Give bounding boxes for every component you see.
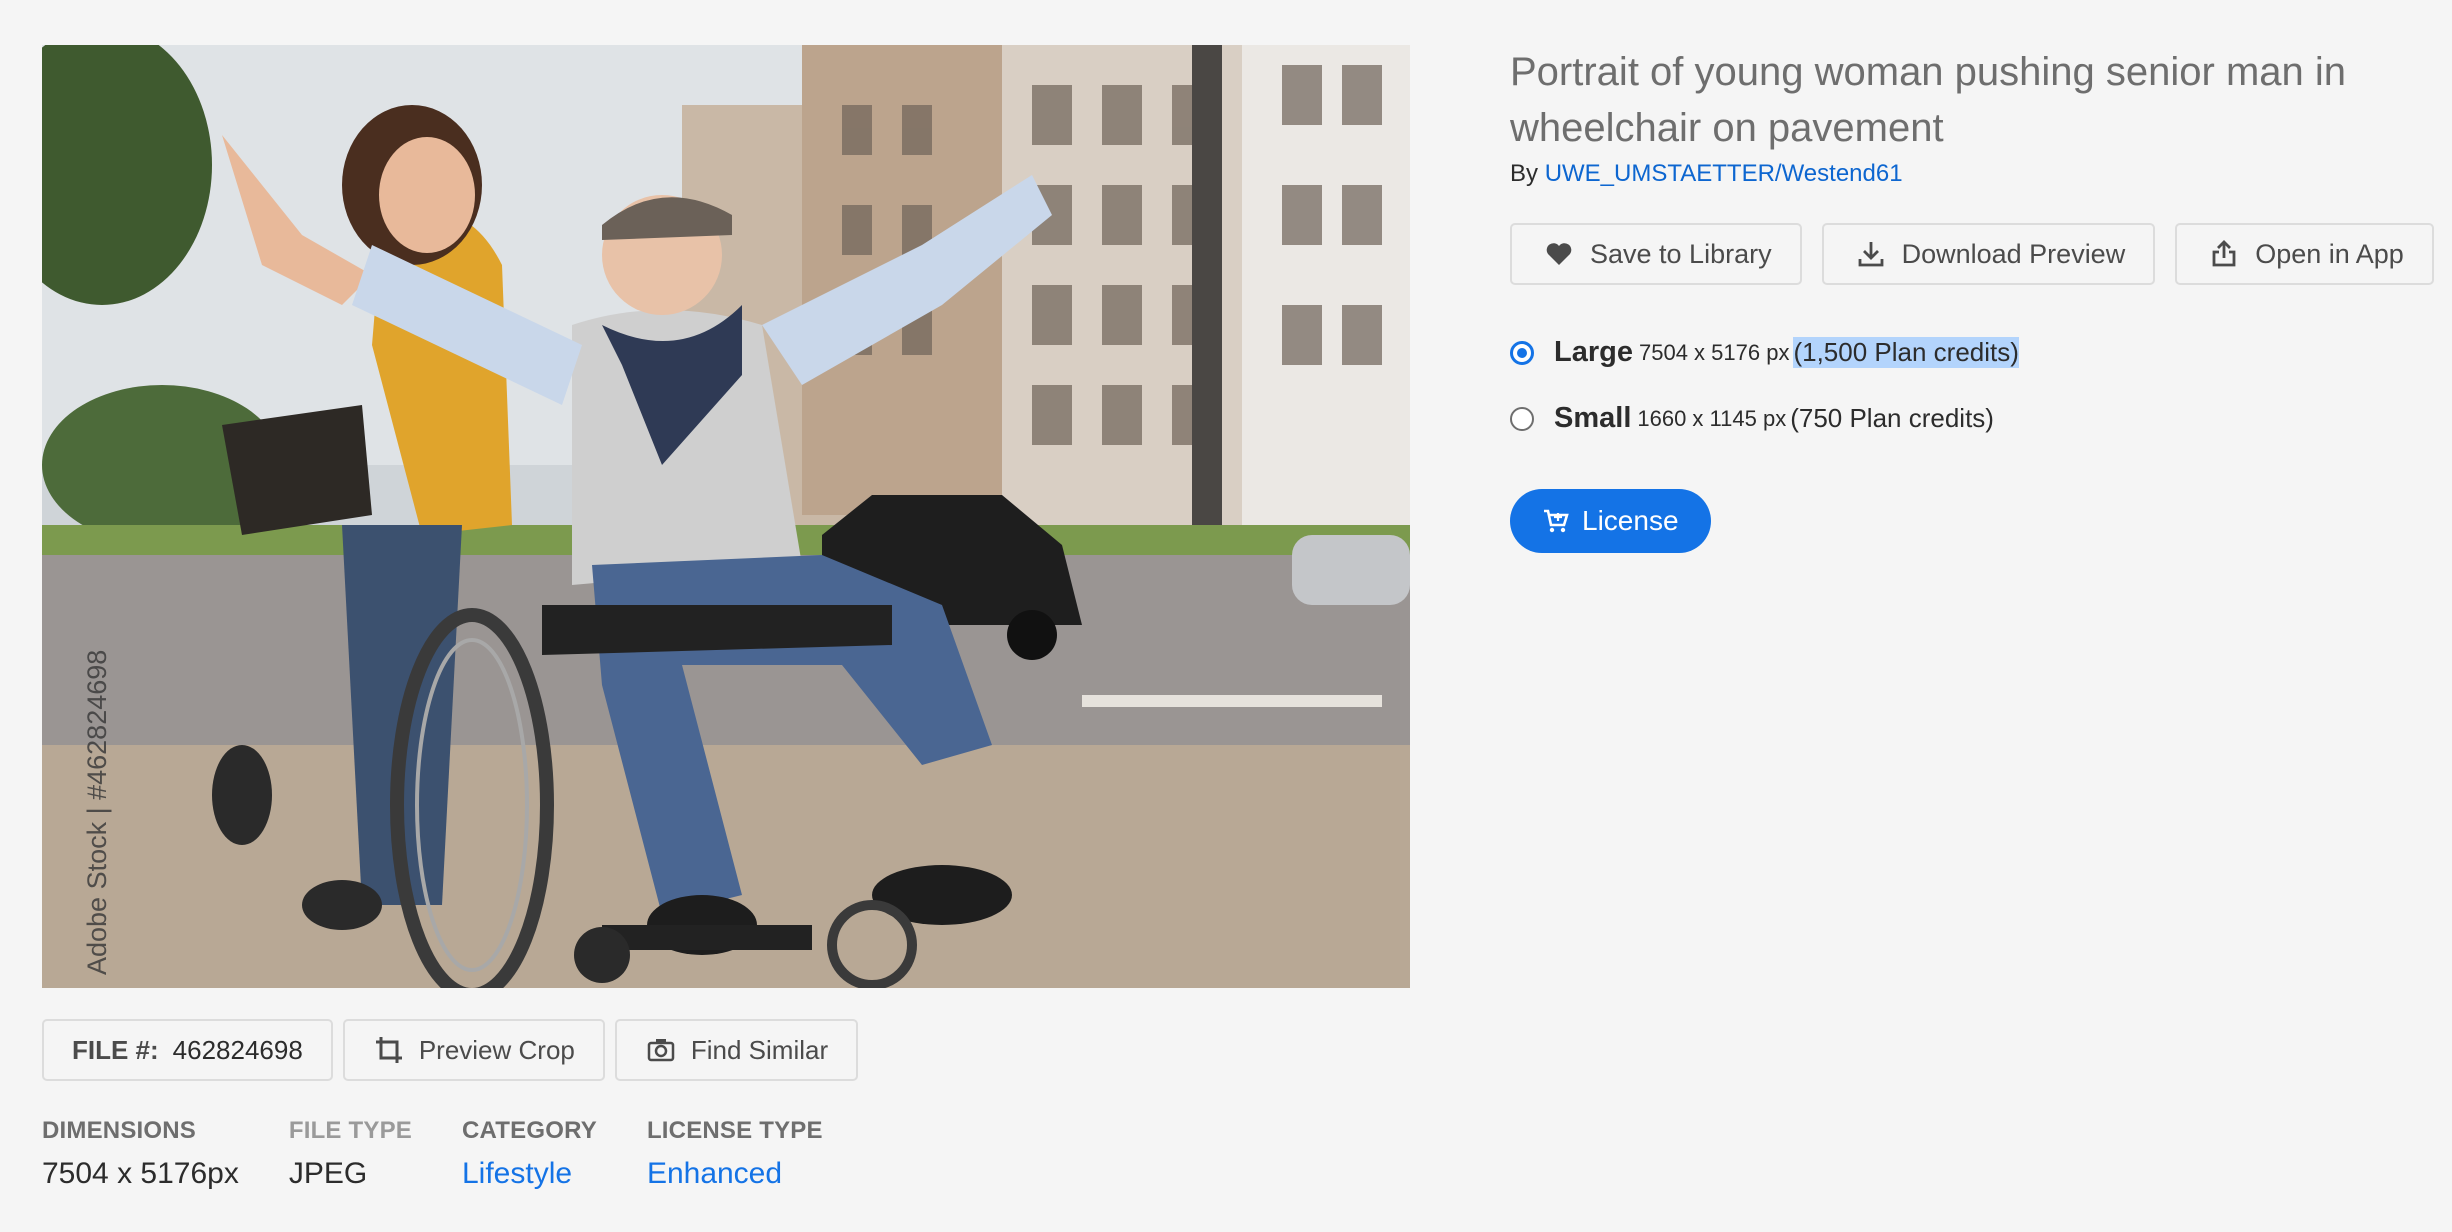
open-in-app-label: Open in App <box>2255 238 2404 269</box>
meta-category-link[interactable]: Lifestyle <box>462 1157 597 1191</box>
size-small-credits: (750 Plan credits) <box>1790 403 1994 433</box>
author-link[interactable]: UWE_UMSTAETTER/Westend61 <box>1545 160 1903 187</box>
meta-dimensions-label: DIMENSIONS <box>42 1117 197 1144</box>
photo-watermark: Adobe Stock | #462824698 <box>82 649 112 975</box>
license-label: License <box>1582 505 1679 536</box>
size-large-credits: (1,500 Plan credits) <box>1793 337 2019 368</box>
preview-crop-button[interactable]: Preview Crop <box>342 1019 605 1081</box>
asset-metadata: DIMENSIONS 7504 x 5176px FILE TYPE JPEG … <box>42 1117 873 1191</box>
size-large-dims: 7504 x 5176 px <box>1638 339 1790 365</box>
radio-small[interactable] <box>1510 406 1534 431</box>
size-small-name: Small <box>1554 402 1632 434</box>
file-toolbar: FILE #: 462824698 Preview Crop Find Simi… <box>42 1019 859 1081</box>
radio-large[interactable] <box>1510 340 1534 365</box>
open-in-app-button[interactable]: Open in App <box>2175 223 2434 285</box>
file-number-label: FILE #: <box>72 1034 159 1065</box>
size-large-name: Large <box>1554 336 1633 368</box>
file-number: FILE #: 462824698 <box>42 1019 333 1081</box>
share-icon <box>2212 240 2236 267</box>
preview-crop-label: Preview Crop <box>418 1034 575 1065</box>
size-option-small[interactable]: Small 1660 x 1145 px (750 Plan credits) <box>1510 402 1994 435</box>
meta-category: CATEGORY Lifestyle <box>462 1117 597 1191</box>
file-number-value: 462824698 <box>172 1034 303 1065</box>
find-similar-label: Find Similar <box>690 1034 829 1065</box>
download-preview-label: Download Preview <box>1901 238 2126 269</box>
asset-actions: Save to Library Download Preview Open in… <box>1510 223 2434 285</box>
meta-file-type: FILE TYPE JPEG <box>289 1117 412 1191</box>
meta-file-type-value: JPEG <box>288 1157 368 1190</box>
byline-prefix: By <box>1510 160 1539 187</box>
size-small-dims: 1660 x 1145 px <box>1637 405 1787 431</box>
download-preview-button[interactable]: Download Preview <box>1821 223 2156 285</box>
meta-dimensions: DIMENSIONS 7504 x 5176px <box>42 1117 239 1191</box>
meta-file-type-label: FILE TYPE <box>288 1117 412 1144</box>
save-to-library-label: Save to Library <box>1590 238 1772 269</box>
crop-icon <box>375 1037 402 1063</box>
asset-title: Portrait of young woman pushing senior m… <box>1510 50 2347 150</box>
meta-dimensions-value: 7504 x 5176px <box>42 1157 239 1190</box>
heart-icon <box>1546 243 1572 265</box>
byline: By UWE_UMSTAETTER/Westend61 <box>1510 160 1903 188</box>
stock-photo[interactable]: Adobe Stock | #462824698 <box>42 45 1410 988</box>
license-button[interactable]: License <box>1510 489 1711 553</box>
meta-license-type-label: LICENSE TYPE <box>646 1117 823 1144</box>
meta-license-type-link[interactable]: Enhanced <box>647 1157 823 1191</box>
photo-illustration <box>42 45 1410 988</box>
find-similar-button[interactable]: Find Similar <box>614 1019 859 1081</box>
meta-category-label: CATEGORY <box>462 1117 597 1144</box>
size-option-large[interactable]: Large 7504 x 5176 px (1,500 Plan credits… <box>1510 336 2019 369</box>
meta-license-type: LICENSE TYPE Enhanced <box>647 1117 823 1191</box>
camera-icon <box>647 1039 675 1062</box>
save-to-library-button[interactable]: Save to Library <box>1510 223 1802 285</box>
cart-icon <box>1544 509 1569 533</box>
download-icon <box>1858 242 1883 267</box>
